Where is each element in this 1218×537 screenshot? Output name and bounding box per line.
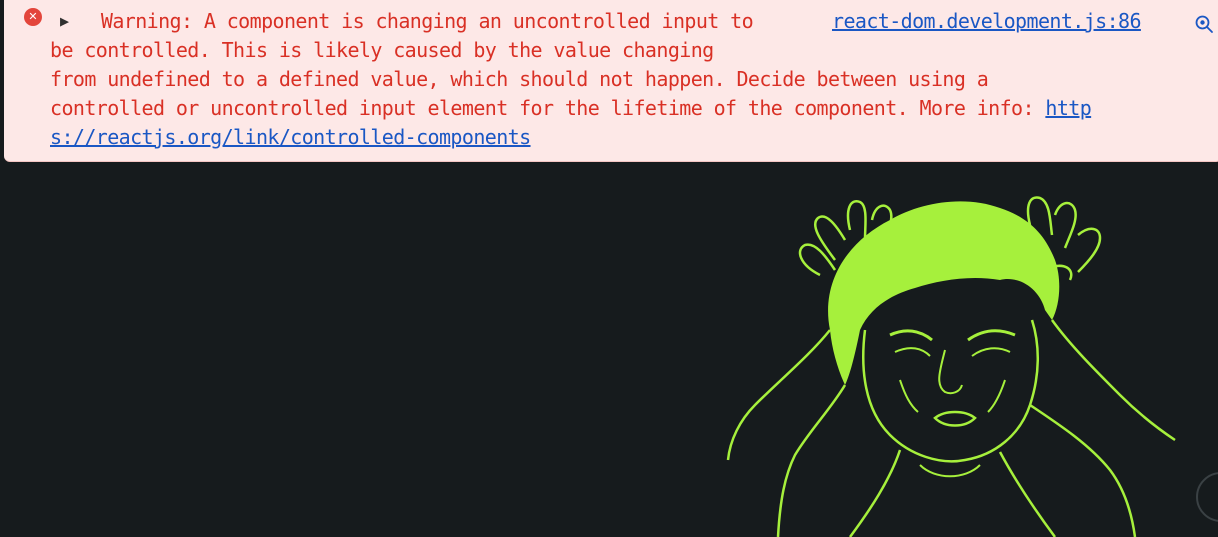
expand-toggle-icon[interactable]: ▶: [60, 10, 69, 32]
message-line-1: Warning: A component is changing an unco…: [100, 9, 754, 33]
message-line-2: be controlled. This is likely caused by …: [50, 38, 714, 62]
error-circle-icon: ✕: [24, 8, 42, 26]
source-file-link[interactable]: react-dom.development.js:86: [832, 7, 1142, 36]
confused-man-line-art: [726, 196, 1176, 537]
message-line-3: from undefined to a defined value, which…: [50, 67, 989, 91]
message-line-4: controlled or uncontrolled input element…: [50, 96, 1046, 120]
console-warning-message: ✕ Warning: A component is changing an un…: [4, 0, 1218, 162]
docs-link-part-2[interactable]: s://reactjs.org/link/controlled-componen…: [50, 125, 531, 149]
magnifier-icon[interactable]: [1194, 14, 1214, 34]
docs-link-part-1[interactable]: http: [1045, 96, 1091, 120]
